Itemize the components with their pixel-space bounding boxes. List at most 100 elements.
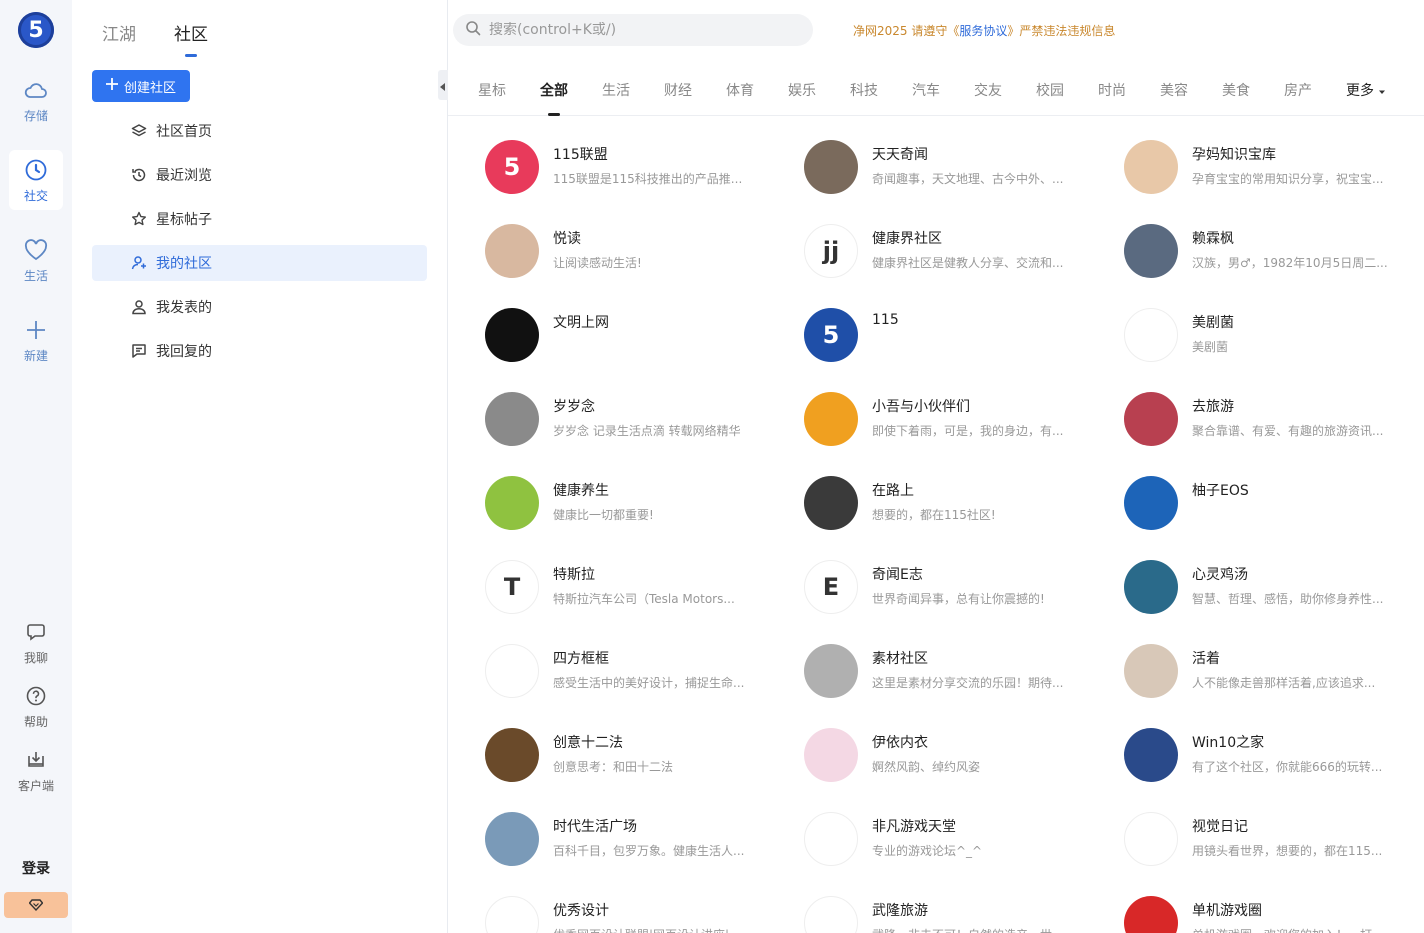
community-card[interactable]: 心灵鸡汤 智慧、哲理、感悟，助你修身养性...: [1124, 560, 1424, 616]
rail-item-help[interactable]: 帮助: [9, 676, 63, 736]
community-avatar: jj: [804, 224, 858, 278]
category-tab[interactable]: 娱乐: [788, 80, 816, 100]
category-tab[interactable]: 美食: [1222, 80, 1250, 100]
community-card[interactable]: 去旅游 聚合靠谱、有爱、有趣的旅游资讯...: [1124, 392, 1424, 448]
community-desc: 奇闻趣事，天文地理、古今中外、...: [872, 172, 1064, 186]
nav-item-label: 星标帖子: [156, 212, 212, 228]
category-tab[interactable]: 美容: [1160, 80, 1188, 100]
category-tab[interactable]: 汽车: [912, 80, 940, 100]
community-card[interactable]: 美剧菌 美剧菌: [1124, 308, 1424, 364]
nav-item-recent[interactable]: 最近浏览: [92, 157, 427, 193]
service-agreement-link[interactable]: 服务协议: [959, 24, 1007, 38]
community-avatar: [485, 896, 539, 933]
community-name: 特斯拉: [553, 567, 595, 583]
more-categories-dropdown[interactable]: 更多: [1346, 80, 1386, 100]
community-card[interactable]: 小吾与小伙伴们 即使下着雨，可是，我的身边，有...: [804, 392, 1104, 448]
community-info: 视觉日记 用镜头看世界，想要的，都在115...: [1192, 816, 1424, 868]
community-card[interactable]: 非凡游戏天堂 专业的游戏论坛^_^: [804, 812, 1104, 868]
nav-item-home[interactable]: 社区首页: [92, 113, 427, 149]
community-card[interactable]: 创意十二法 创意思考：和田十二法: [485, 728, 785, 784]
category-tab[interactable]: 校园: [1036, 80, 1064, 100]
nav-item-my-replies[interactable]: 我回复的: [92, 333, 427, 369]
community-avatar: [485, 728, 539, 782]
community-desc: 感受生活中的美好设计，捕捉生命...: [553, 676, 745, 690]
community-card[interactable]: 单机游戏圈单机游戏圈，欢迎您的加入！ - 打...: [1124, 896, 1424, 933]
create-community-button[interactable]: 创建社区: [92, 70, 190, 102]
community-avatar: [1124, 812, 1178, 866]
search-input[interactable]: [489, 22, 789, 38]
community-card[interactable]: 岁岁念 岁岁念 记录生活点滴 转载网络精华: [485, 392, 785, 448]
category-tab[interactable]: 星标: [478, 80, 506, 100]
community-card[interactable]: 5 115: [804, 308, 1104, 364]
collapse-panel-button[interactable]: [438, 70, 448, 100]
category-tab[interactable]: 时尚: [1098, 80, 1126, 100]
rail-item-social[interactable]: 社交: [9, 150, 63, 210]
user-group-icon: [130, 254, 148, 272]
community-name: 孕妈知识宝库: [1192, 147, 1276, 163]
category-tab[interactable]: 科技: [850, 80, 878, 100]
community-card[interactable]: jj 健康界社区 健康界社区是健教人分享、交流和...: [804, 224, 1104, 280]
community-card[interactable]: E 奇闻E志 世界奇闻异事，总有让你震撼的!: [804, 560, 1104, 616]
community-card[interactable]: 天天奇闻 奇闻趣事，天文地理、古今中外、...: [804, 140, 1104, 196]
community-desc: 单机游戏圈，欢迎您的加入！ - 打...: [1192, 926, 1424, 933]
community-info: 特斯拉 特斯拉汽车公司（Tesla Motors...: [553, 564, 785, 616]
rail-item-client[interactable]: 客户端: [9, 740, 63, 800]
community-info: 去旅游 聚合靠谱、有爱、有趣的旅游资讯...: [1192, 396, 1424, 448]
community-name: 素材社区: [872, 651, 928, 667]
community-name: 115: [872, 312, 899, 328]
community-name: 悦读: [553, 231, 581, 247]
community-name: 在路上: [872, 483, 914, 499]
community-card[interactable]: 优秀设计优秀网页设计联盟|网页设计讲座|...: [485, 896, 785, 933]
diamond-icon: [28, 896, 44, 915]
icon-rail: 5 存储 社交 生活 新建 我聊 帮助 客户端 登录: [0, 0, 72, 933]
community-card[interactable]: 四方框框 感受生活中的美好设计，捕捉生命...: [485, 644, 785, 700]
community-card[interactable]: 视觉日记 用镜头看世界，想要的，都在115...: [1124, 812, 1424, 868]
category-tab[interactable]: 体育: [726, 80, 754, 100]
category-tab[interactable]: 生活: [602, 80, 630, 100]
community-card[interactable]: 赖霖枫 汉族，男♂，1982年10月5日周二...: [1124, 224, 1424, 280]
nav-item-my-posts[interactable]: 我发表的: [92, 289, 427, 325]
nav-item-my-communities[interactable]: 我的社区: [92, 245, 427, 281]
community-card[interactable]: 5 115联盟 115联盟是115科技推出的产品推...: [485, 140, 785, 196]
login-link[interactable]: 登录: [0, 858, 72, 878]
rail-item-chat[interactable]: 我聊: [9, 612, 63, 672]
community-card[interactable]: 活着 人不能像走兽那样活着,应该追求...: [1124, 644, 1424, 700]
category-tab[interactable]: 房产: [1284, 80, 1312, 100]
rail-item-life[interactable]: 生活: [9, 230, 63, 290]
category-tab[interactable]: 交友: [974, 80, 1002, 100]
community-info: 天天奇闻 奇闻趣事，天文地理、古今中外、...: [872, 144, 1104, 196]
rail-item-new[interactable]: 新建: [9, 310, 63, 370]
community-avatar: [1124, 392, 1178, 446]
nav-item-starred[interactable]: 星标帖子: [92, 201, 427, 237]
community-card[interactable]: 在路上 想要的，都在115社区!: [804, 476, 1104, 532]
community-card[interactable]: 文明上网: [485, 308, 785, 364]
reply-icon: [130, 342, 148, 360]
community-card[interactable]: 伊依内衣 婀然风韵、绰约风姿: [804, 728, 1104, 784]
community-card[interactable]: 武隆旅游武隆，非去不可！自然的造产，世...: [804, 896, 1104, 933]
tab-jianghu[interactable]: 江湖: [102, 20, 136, 45]
community-card[interactable]: 柚子EOS: [1124, 476, 1424, 532]
vip-button[interactable]: [4, 892, 68, 918]
community-card[interactable]: 素材社区 这里是素材分享交流的乐园！期待...: [804, 644, 1104, 700]
community-card[interactable]: T 特斯拉 特斯拉汽车公司（Tesla Motors...: [485, 560, 785, 616]
community-card[interactable]: 健康养生 健康比一切都重要!: [485, 476, 785, 532]
community-card[interactable]: Win10之家 有了这个社区，你就能666的玩转...: [1124, 728, 1424, 784]
rail-item-storage[interactable]: 存储: [9, 70, 63, 130]
panel-tabs: 江湖 社区: [102, 20, 208, 57]
app-logo[interactable]: 5: [18, 12, 54, 48]
search-icon: [465, 20, 481, 40]
community-avatar: [1124, 728, 1178, 782]
community-info: 在路上 想要的，都在115社区!: [872, 480, 1104, 532]
community-card[interactable]: 时代生活广场 百科千目，包罗万象。健康生活人...: [485, 812, 785, 868]
community-card[interactable]: 悦读 让阅读感动生活!: [485, 224, 785, 280]
community-info: 悦读 让阅读感动生活!: [553, 228, 785, 280]
community-card[interactable]: 孕妈知识宝库 孕育宝宝的常用知识分享，祝宝宝...: [1124, 140, 1424, 196]
rail-item-label: 新建: [23, 348, 48, 363]
community-desc: 武隆，非去不可！自然的造产，世...: [872, 926, 1104, 933]
nav-item-label: 社区首页: [156, 124, 212, 140]
tab-community[interactable]: 社区: [174, 20, 208, 57]
search-box[interactable]: [453, 14, 813, 46]
community-avatar: [804, 896, 858, 933]
category-tab[interactable]: 财经: [664, 80, 692, 100]
category-tab[interactable]: 全部: [540, 80, 568, 116]
